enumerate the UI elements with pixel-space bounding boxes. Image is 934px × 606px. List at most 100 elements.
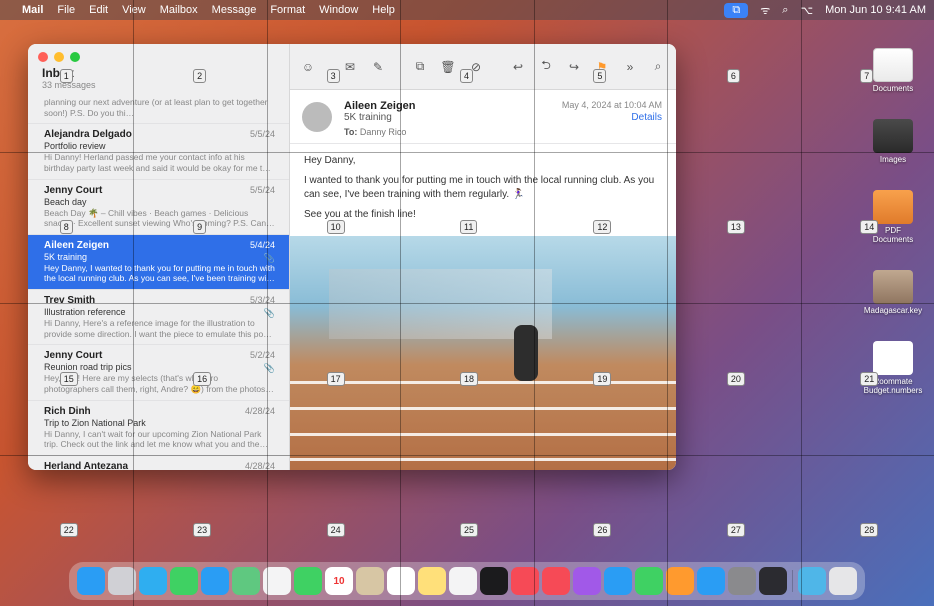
- message-list[interactable]: planning our next adventure (or at least…: [28, 94, 289, 470]
- dock-contacts[interactable]: [356, 567, 384, 595]
- file-icon: [873, 119, 913, 153]
- message-list-item[interactable]: Jenny Court5/5/24Beach dayBeach Day 🌴 – …: [28, 180, 289, 235]
- fullscreen-window-button[interactable]: [70, 52, 80, 62]
- envelope-icon[interactable]: ✉: [340, 58, 360, 76]
- menu-message[interactable]: Message: [212, 4, 257, 16]
- message-list-item[interactable]: planning our next adventure (or at least…: [28, 94, 289, 124]
- desktop-item[interactable]: Images: [866, 119, 920, 164]
- flag-icon[interactable]: ⚑: [592, 58, 612, 76]
- grid-cell-label: 13: [727, 220, 745, 234]
- message-to: To: Danny Rico: [344, 127, 662, 137]
- search-icon[interactable]: ⌕: [648, 58, 668, 76]
- dock-facetime[interactable]: [294, 567, 322, 595]
- dock-safari[interactable]: [139, 567, 167, 595]
- message-item-from: Jenny Court: [44, 350, 275, 361]
- dock-music[interactable]: [511, 567, 539, 595]
- message-item-date: 5/5/24: [250, 129, 275, 139]
- dock-reminders[interactable]: [387, 567, 415, 595]
- dock-calendar[interactable]: 10: [325, 567, 353, 595]
- message-item-date: 4/28/24: [245, 461, 275, 470]
- dock-podcasts[interactable]: [573, 567, 601, 595]
- reply-all-icon[interactable]: ⮌: [536, 58, 556, 76]
- grid-cell-label: 27: [727, 523, 745, 537]
- menu-edit[interactable]: Edit: [89, 4, 108, 16]
- message-item-date: 4/28/24: [245, 406, 275, 416]
- desktop-item[interactable]: PDF Documents: [866, 190, 920, 244]
- file-icon: [873, 190, 913, 224]
- filter-icon[interactable]: ☺: [298, 58, 318, 76]
- message-item-subject: 5K training: [44, 252, 275, 262]
- message-list-item[interactable]: Rich Dinh4/28/24Trip to Zion National Pa…: [28, 401, 289, 456]
- desktop-item[interactable]: Roommate Budget.numbers: [866, 341, 920, 395]
- dock-launchpad[interactable]: [108, 567, 136, 595]
- menu-view[interactable]: View: [122, 4, 146, 16]
- attachment-icon: 📎: [264, 253, 275, 264]
- control-center-icon[interactable]: ⌥: [800, 4, 813, 17]
- dock-pages[interactable]: [666, 567, 694, 595]
- dock-keynote[interactable]: [604, 567, 632, 595]
- minimize-window-button[interactable]: [54, 52, 64, 62]
- menu-mailbox[interactable]: Mailbox: [160, 4, 198, 16]
- desktop-item[interactable]: Documents: [866, 48, 920, 93]
- message-list-item[interactable]: Jenny Court5/2/24📎Reunion road trip pics…: [28, 345, 289, 400]
- message-attachment-image[interactable]: [290, 236, 676, 470]
- desktop-item-label: Images: [880, 155, 906, 164]
- grid-cell-label: 6: [727, 69, 740, 83]
- menu-format[interactable]: Format: [270, 4, 305, 16]
- dock-news[interactable]: [542, 567, 570, 595]
- message-item-from: Aileen Zeigen: [44, 240, 275, 251]
- dock-messages[interactable]: [170, 567, 198, 595]
- message-item-from: Jenny Court: [44, 185, 275, 196]
- message-item-from: Alejandra Delgado: [44, 129, 275, 140]
- message-list-item[interactable]: Trev Smith5/3/24📎Illustration referenceH…: [28, 290, 289, 345]
- spotlight-icon[interactable]: ⌕: [782, 4, 788, 17]
- app-menu[interactable]: Mail: [22, 4, 43, 16]
- compose-icon[interactable]: ✎: [368, 58, 388, 76]
- file-icon: [873, 270, 913, 304]
- dock-numbers[interactable]: [635, 567, 663, 595]
- trash-icon[interactable]: 🗑: [438, 58, 458, 76]
- dock-photos[interactable]: [263, 567, 291, 595]
- message-item-from: Herland Antezana: [44, 461, 275, 470]
- message-list-item[interactable]: Herland Antezana4/28/24📎ResumeI've attac…: [28, 456, 289, 470]
- wifi-icon[interactable]: ᯤ: [760, 3, 770, 18]
- message-body-paragraph: I wanted to thank you for putting me in …: [304, 174, 662, 202]
- dock-downloads[interactable]: [798, 567, 826, 595]
- menu-help[interactable]: Help: [372, 4, 395, 16]
- message-item-preview: Hey Danny, I wanted to thank you for put…: [44, 263, 275, 284]
- message-item-preview: Hi Danny, Here's a reference image for t…: [44, 318, 275, 339]
- close-window-button[interactable]: [38, 52, 48, 62]
- mailbox-header: Inbox 33 messages: [28, 66, 289, 94]
- clock[interactable]: Mon Jun 10 9:41 AM: [825, 4, 926, 16]
- message-list-item[interactable]: Alejandra Delgado5/5/24Portfolio reviewH…: [28, 124, 289, 179]
- dock-iphone-mirror[interactable]: [759, 567, 787, 595]
- dock-maps[interactable]: [232, 567, 260, 595]
- desktop-item[interactable]: Madagascar.key: [866, 270, 920, 315]
- menu-window[interactable]: Window: [319, 4, 358, 16]
- dock-trash[interactable]: [829, 567, 857, 595]
- details-button[interactable]: Details: [562, 112, 662, 123]
- menu-file[interactable]: File: [57, 4, 75, 16]
- dock-finder[interactable]: [77, 567, 105, 595]
- dock-mail[interactable]: [201, 567, 229, 595]
- grid-cell-label: 22: [60, 523, 78, 537]
- status-tray: ⧉ ᯤ ⌕ ⌥ Mon Jun 10 9:41 AM: [724, 3, 926, 18]
- window-controls: [28, 44, 289, 66]
- dock-freeform[interactable]: [449, 567, 477, 595]
- dock-appstore[interactable]: [697, 567, 725, 595]
- dock-tv[interactable]: [480, 567, 508, 595]
- message-list-item[interactable]: Aileen Zeigen5/4/24📎5K trainingHey Danny…: [28, 235, 289, 290]
- dock-notes[interactable]: [418, 567, 446, 595]
- desktop-item-label: PDF Documents: [866, 226, 920, 244]
- message-list-pane: Inbox 33 messages planning our next adve…: [28, 44, 290, 470]
- dock-settings[interactable]: [728, 567, 756, 595]
- archive-icon[interactable]: ⧉: [410, 58, 430, 76]
- screen-share-icon[interactable]: ⧉: [724, 3, 748, 18]
- junk-icon[interactable]: ⊘: [466, 58, 486, 76]
- message-item-subject: Illustration reference: [44, 307, 275, 317]
- desktop-item-label: Roommate Budget.numbers: [864, 377, 923, 395]
- more-icon[interactable]: »: [620, 58, 640, 76]
- forward-icon[interactable]: ↪: [564, 58, 584, 76]
- reply-icon[interactable]: ↩: [508, 58, 528, 76]
- grid-cell-label: 25: [460, 523, 478, 537]
